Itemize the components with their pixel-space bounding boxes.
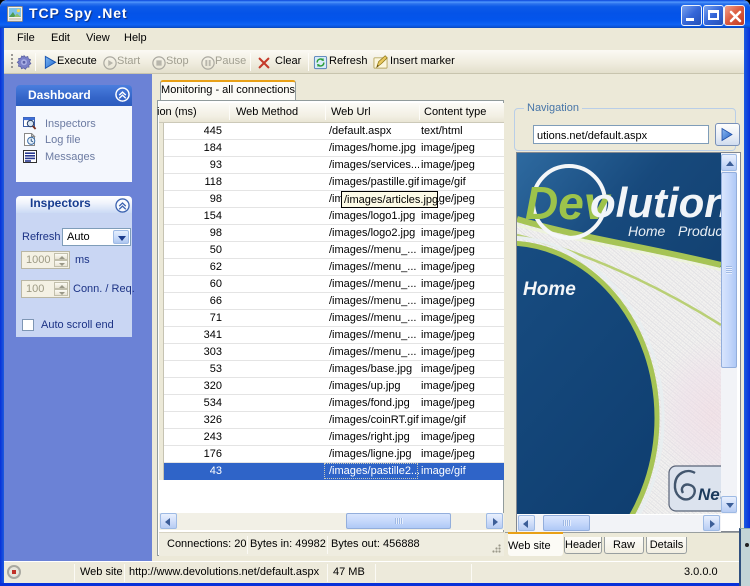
svg-text:Net: Net [698, 485, 721, 504]
svg-text:Products: Products [678, 223, 721, 239]
svg-text:Home: Home [628, 223, 666, 239]
svg-text:olutions: olutions [590, 179, 721, 226]
svg-text:Home: Home [523, 279, 576, 300]
